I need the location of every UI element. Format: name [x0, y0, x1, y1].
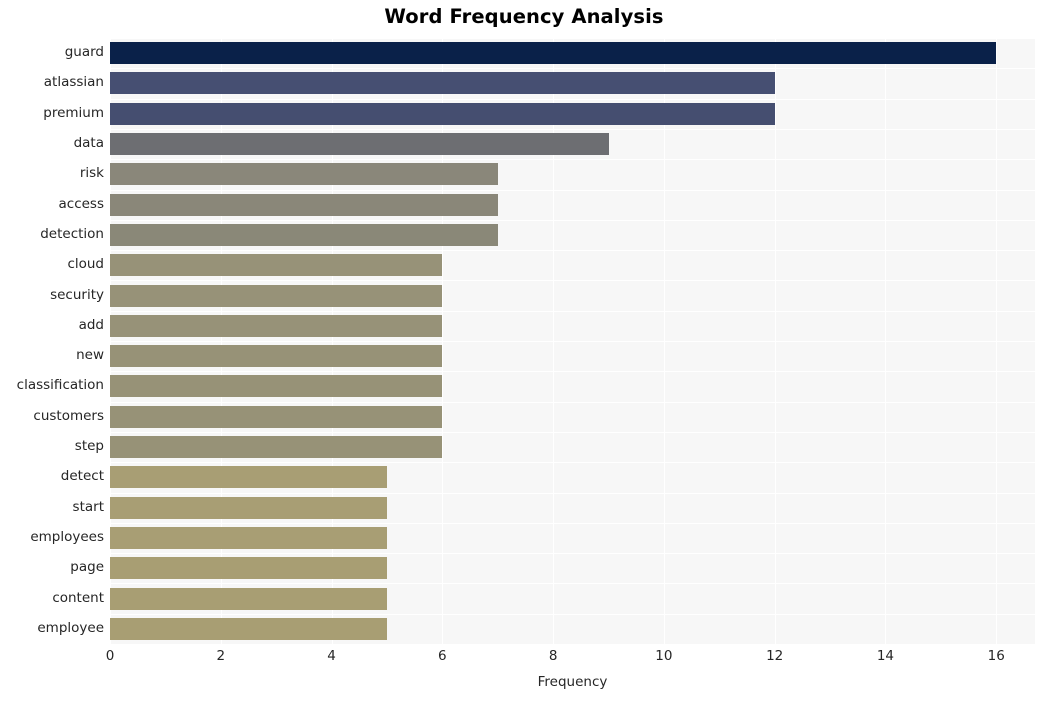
bar: [110, 617, 387, 640]
y-tick-label: employees: [30, 528, 104, 545]
y-tick-label: new: [76, 347, 104, 364]
x-tick-label: 8: [548, 648, 558, 664]
y-tick-label: guard: [64, 44, 104, 61]
bar: [110, 526, 387, 549]
y-tick-label: risk: [79, 165, 104, 182]
x-tick-label: 14: [876, 648, 895, 664]
bar: [110, 163, 498, 186]
gridline-horizontal: [110, 371, 1035, 373]
bar: [110, 254, 443, 277]
y-tick-label: step: [74, 438, 104, 455]
gridline-horizontal: [110, 462, 1035, 464]
y-tick-label: customers: [33, 407, 104, 424]
gridline-horizontal: [110, 522, 1035, 524]
bar: [110, 314, 443, 337]
y-tick-label: access: [58, 195, 105, 212]
gridline-horizontal: [110, 401, 1035, 403]
gridline-horizontal: [110, 98, 1035, 100]
bar: [110, 345, 443, 368]
gridline-horizontal: [110, 613, 1035, 615]
gridline-horizontal: [110, 341, 1035, 342]
x-tick-label: 16: [987, 648, 1005, 664]
page-title: Word Frequency Analysis: [384, 5, 664, 28]
gridline-horizontal: [110, 553, 1035, 555]
gridline-horizontal: [110, 583, 1035, 585]
y-tick-label: classification: [16, 377, 104, 394]
y-tick-label: detect: [60, 468, 104, 485]
gridline-horizontal: [110, 492, 1035, 494]
bar: [110, 72, 775, 95]
x-axis-title: Frequency: [537, 674, 608, 690]
y-tick-label: employee: [37, 619, 104, 636]
y-tick-label: atlassian: [43, 74, 104, 91]
bar: [110, 223, 498, 246]
chart-figure: Word Frequency Analysis guard atlassian pr…: [0, 0, 1048, 701]
bar: [110, 466, 387, 489]
bar: [110, 375, 443, 398]
y-tick-label: page: [70, 559, 104, 576]
x-axis: 0 2 4 6 8 10 12 14 16: [0, 648, 1048, 672]
bar: [110, 133, 609, 156]
y-tick-label: start: [72, 498, 104, 515]
x-tick-label: 6: [438, 648, 447, 664]
y-tick-label: premium: [43, 104, 104, 121]
y-tick-label: data: [73, 135, 104, 152]
gridline-horizontal: [110, 431, 1035, 433]
y-tick-label: detection: [40, 225, 104, 242]
y-axis: guard atlassian premium data risk access detec…: [0, 38, 104, 644]
bar: [110, 557, 387, 580]
y-tick-label: cloud: [67, 256, 104, 273]
x-tick-label: 2: [216, 648, 226, 664]
bar: [110, 587, 387, 610]
gridline-horizontal: [110, 219, 1035, 221]
gridline-horizontal: [110, 68, 1035, 70]
bar: [110, 405, 443, 428]
gridline-horizontal: [110, 250, 1035, 252]
bar: [110, 42, 997, 65]
y-tick-label: content: [52, 589, 104, 606]
bar: [110, 496, 387, 519]
bar: [110, 284, 443, 307]
gridline-horizontal: [110, 38, 1035, 39]
bar: [110, 436, 443, 459]
x-tick-label: 4: [327, 648, 336, 664]
gridline-horizontal: [110, 128, 1035, 130]
x-tick-label: 12: [766, 648, 784, 664]
y-tick-label: security: [50, 286, 104, 303]
gridline-horizontal: [110, 159, 1035, 161]
x-tick-label: 10: [655, 648, 673, 664]
gridline-horizontal: [110, 189, 1035, 191]
gridline-horizontal: [110, 280, 1035, 282]
bar: [110, 193, 498, 216]
y-tick-label: add: [78, 316, 104, 333]
plot-area: [110, 38, 1035, 644]
gridline-horizontal: [110, 310, 1035, 312]
x-tick-label: 0: [105, 648, 115, 664]
bar: [110, 102, 775, 125]
